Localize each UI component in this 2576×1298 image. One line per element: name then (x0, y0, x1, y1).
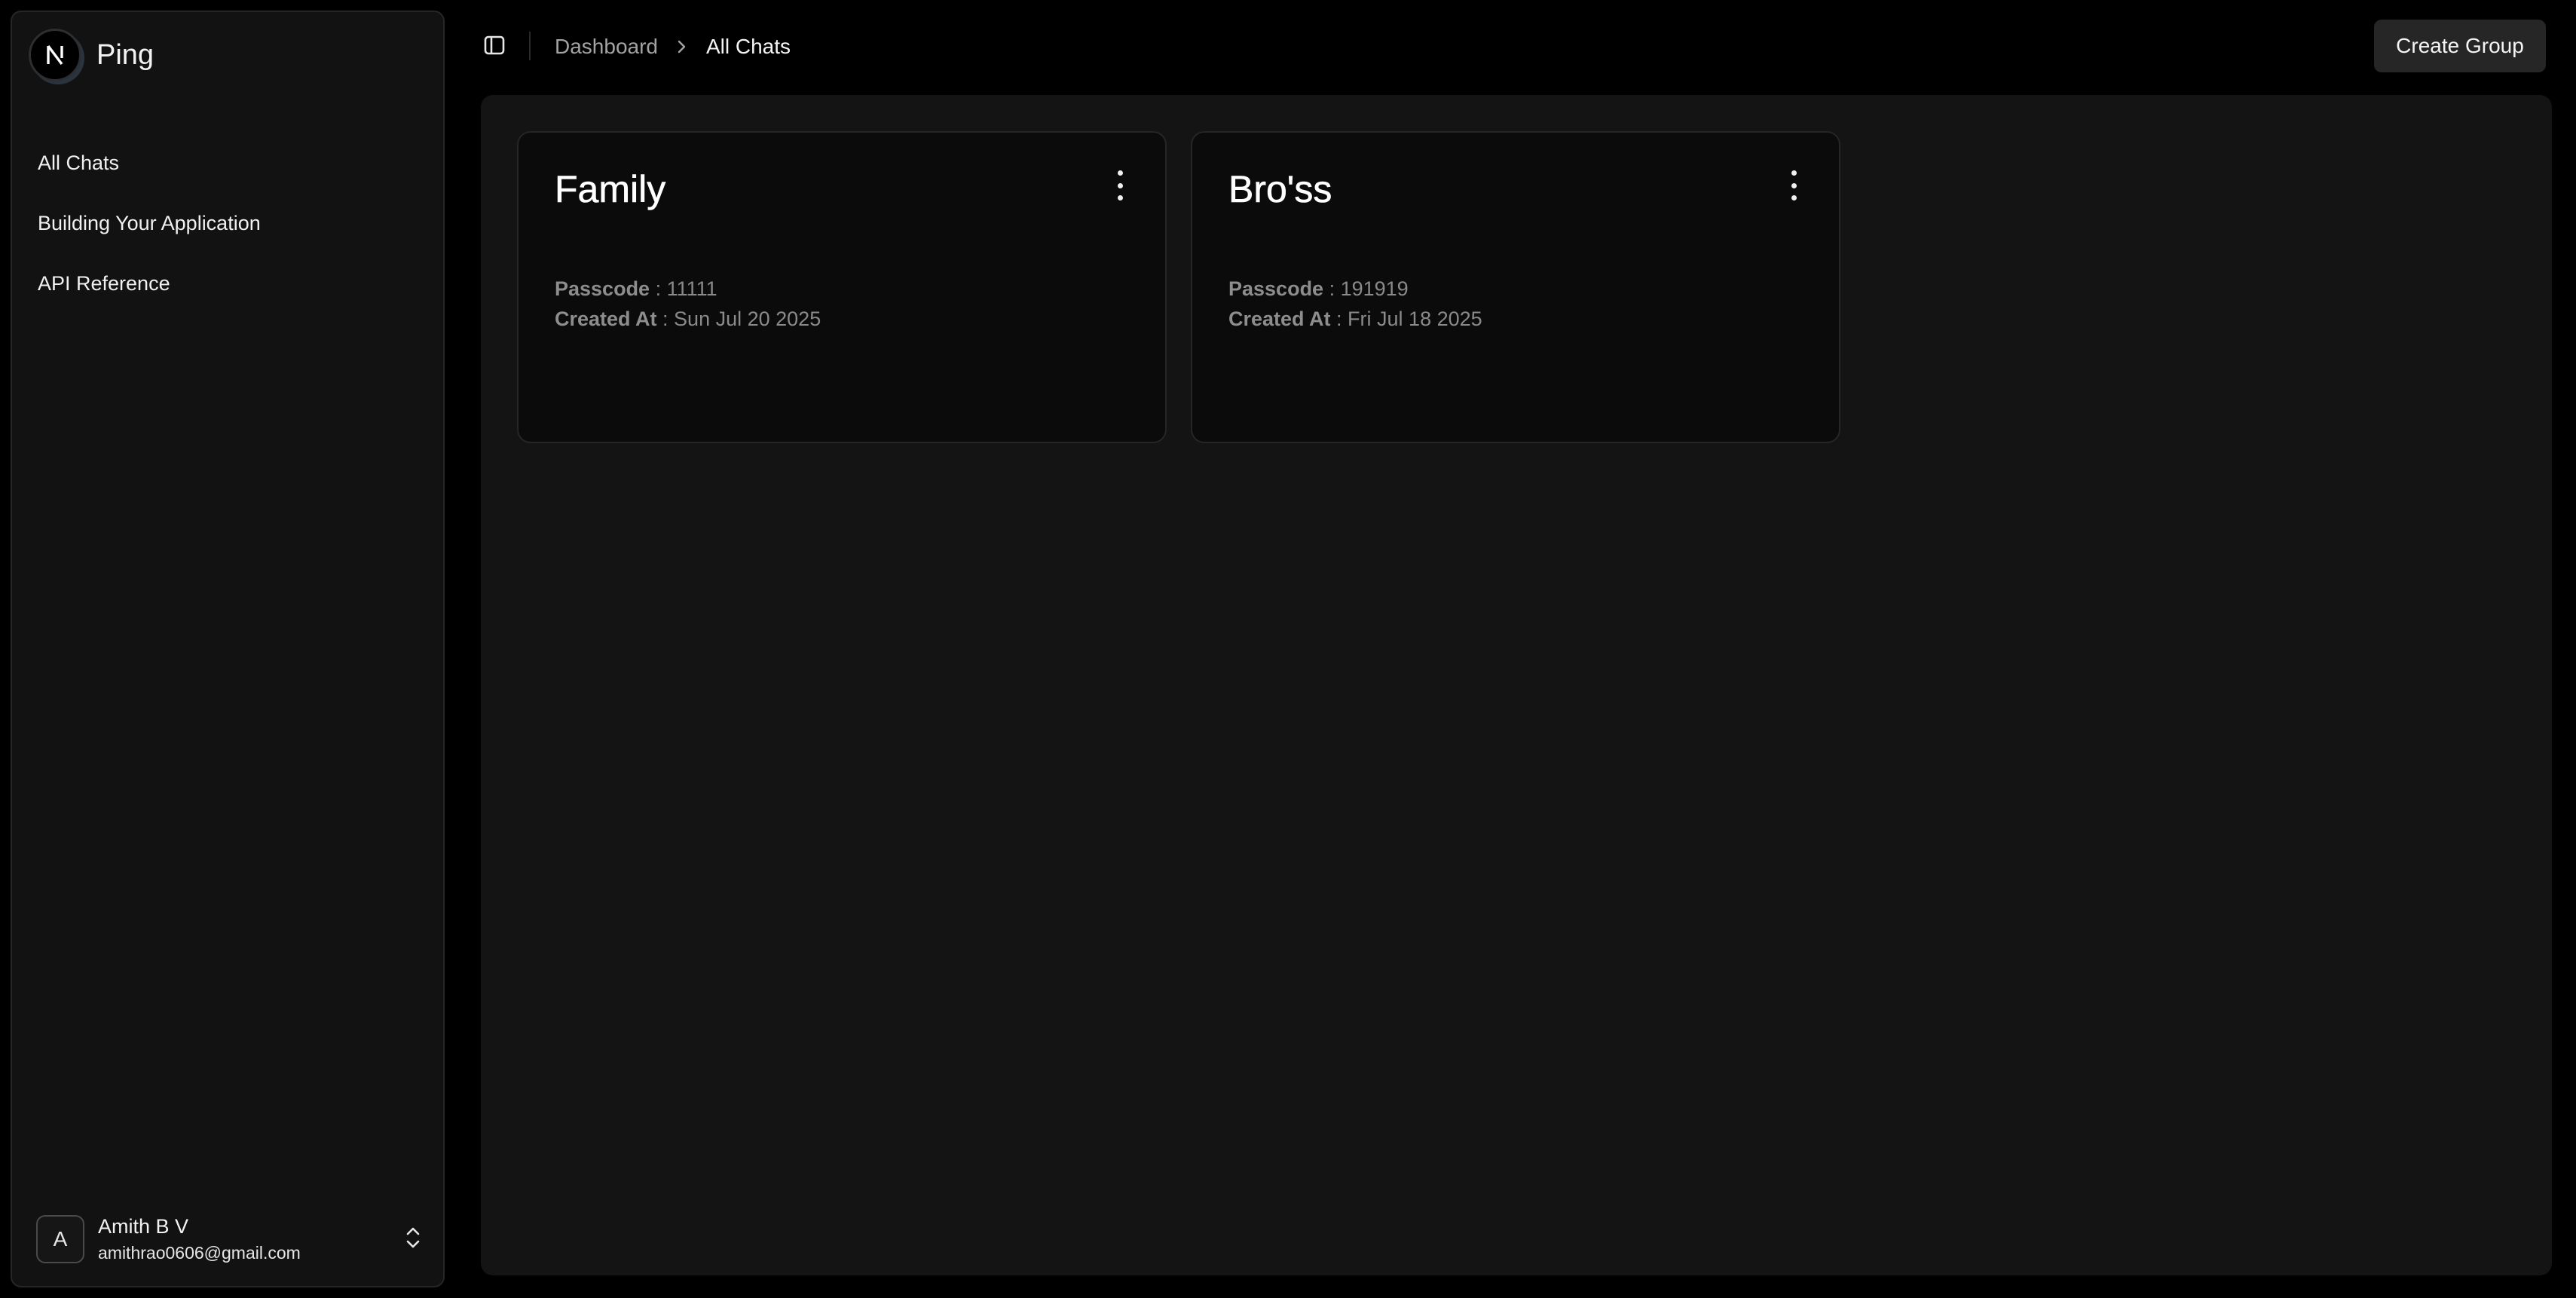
avatar: A (36, 1215, 84, 1263)
passcode-label: Passcode (1228, 277, 1324, 300)
sidebar-item-all-chats[interactable]: All Chats (38, 133, 430, 193)
more-vertical-icon[interactable] (1111, 170, 1129, 201)
group-title: Bro'ss (1228, 168, 1332, 211)
created-value: Sun Jul 20 2025 (674, 308, 821, 330)
passcode-label: Passcode (555, 277, 650, 300)
chevrons-up-down-icon[interactable] (398, 1223, 428, 1253)
created-value: Fri Jul 18 2025 (1348, 308, 1482, 330)
passcode-separator: : (650, 277, 667, 300)
chevron-right-icon (676, 38, 688, 55)
group-passcode: Passcode : 191919 (1228, 277, 1409, 301)
sidebar-item-building-your-application[interactable]: Building Your Application (38, 193, 430, 253)
brand[interactable]: Ping (29, 29, 154, 81)
main-panel: Family Passcode : 11111 Created At : Sun… (481, 95, 2552, 1275)
group-title: Family (555, 168, 666, 211)
created-label: Created At (1228, 308, 1331, 330)
sidebar: Ping All Chats Building Your Application… (11, 11, 445, 1287)
group-created-at: Created At : Sun Jul 20 2025 (555, 308, 821, 331)
sidebar-nav: All Chats Building Your Application API … (38, 133, 430, 314)
group-passcode: Passcode : 11111 (555, 277, 717, 301)
user-name: Amith B V (98, 1215, 189, 1238)
app-name: Ping (96, 38, 154, 71)
created-separator: : (1330, 308, 1348, 330)
breadcrumb: Dashboard All Chats (555, 30, 791, 63)
passcode-separator: : (1323, 277, 1341, 300)
sidebar-toggle-icon[interactable] (481, 32, 508, 59)
group-card-family[interactable]: Family Passcode : 11111 Created At : Sun… (517, 131, 1167, 443)
header-divider (529, 32, 531, 60)
user-info: Amith B V amithrao0606@gmail.com (98, 1215, 301, 1263)
group-card-bross[interactable]: Bro'ss Passcode : 191919 Created At : Fr… (1191, 131, 1840, 443)
created-label: Created At (555, 308, 657, 330)
breadcrumb-all-chats: All Chats (705, 35, 791, 58)
user-menu[interactable]: A Amith B V amithrao0606@gmail.com (36, 1212, 428, 1266)
create-group-button[interactable]: Create Group (2374, 20, 2546, 72)
passcode-value: 11111 (666, 277, 717, 300)
group-created-at: Created At : Fri Jul 18 2025 (1228, 308, 1482, 331)
sidebar-item-api-reference[interactable]: API Reference (38, 253, 430, 314)
more-vertical-icon[interactable] (1785, 170, 1803, 201)
user-email: amithrao0606@gmail.com (98, 1243, 301, 1263)
passcode-value: 191919 (1340, 277, 1409, 300)
created-separator: : (656, 308, 675, 330)
breadcrumb-dashboard[interactable]: Dashboard (555, 35, 658, 59)
app-logo-icon (29, 29, 81, 81)
